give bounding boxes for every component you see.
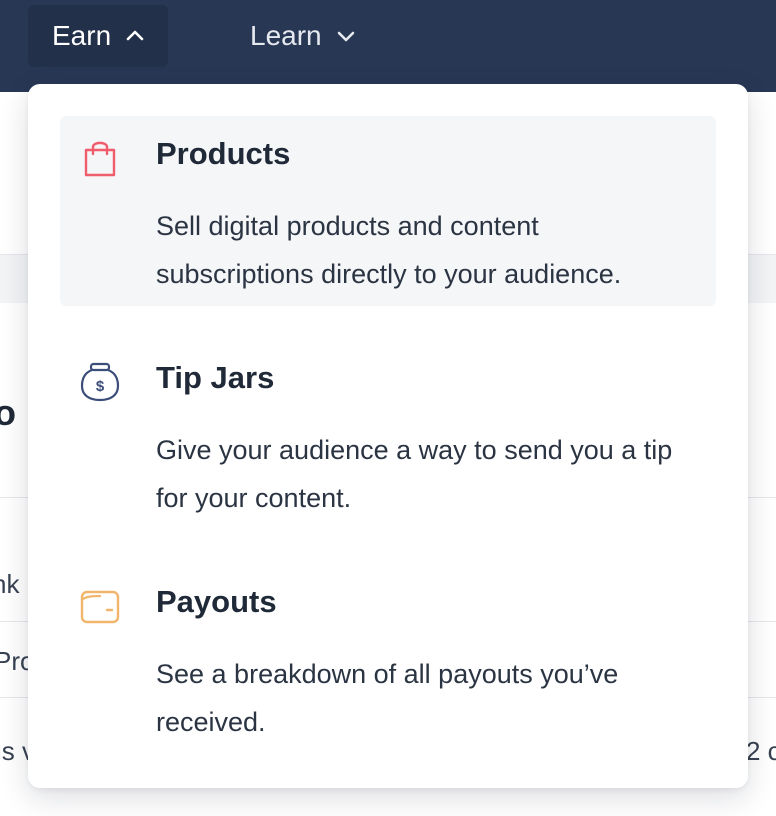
nav-learn-label: Learn xyxy=(250,20,322,51)
menu-item-title: Tip Jars xyxy=(156,360,275,395)
menu-item-description: See a breakdown of all payouts you’ve re… xyxy=(156,659,619,737)
menu-item-description: Give your audience a way to send you a t… xyxy=(156,435,673,513)
nav-learn-menu[interactable]: Learn xyxy=(226,5,386,67)
menu-item-tip-jars[interactable]: $ Tip Jars Give your audience a way to s… xyxy=(60,340,716,530)
wallet-icon xyxy=(80,586,120,626)
menu-item-title: Products xyxy=(156,136,291,171)
chevron-up-icon xyxy=(125,26,145,46)
background-text-fragment: nk xyxy=(0,569,20,599)
menu-item-products[interactable]: Products Sell digital products and conte… xyxy=(60,116,716,306)
background-text-fragment: 2 c xyxy=(746,736,776,766)
menu-item-title: Payouts xyxy=(156,584,277,619)
svg-text:$: $ xyxy=(96,378,105,395)
earn-dropdown-menu: Products Sell digital products and conte… xyxy=(28,84,748,788)
top-navigation-bar: Earn Learn xyxy=(0,0,776,92)
nav-earn-menu[interactable]: Earn xyxy=(28,5,168,67)
shopping-bag-icon xyxy=(80,138,120,178)
background-heading-fragment: o xyxy=(0,392,16,433)
chevron-down-icon xyxy=(336,26,356,46)
tip-jar-icon: $ xyxy=(80,362,120,402)
menu-item-description: Sell digital products and content subscr… xyxy=(156,211,622,289)
nav-earn-label: Earn xyxy=(52,20,112,51)
menu-item-payouts[interactable]: Payouts See a breakdown of all payouts y… xyxy=(60,564,716,754)
